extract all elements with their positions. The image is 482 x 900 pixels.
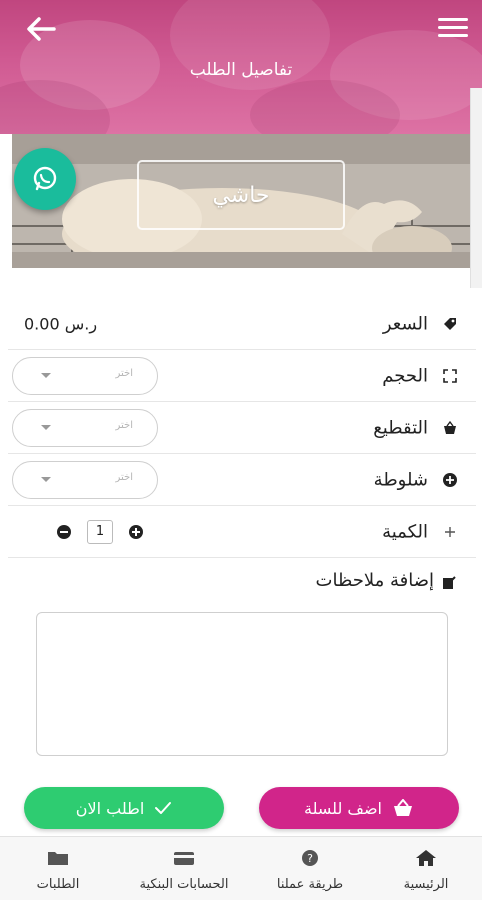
nav-label-home: الرئيسية <box>403 877 449 892</box>
price-label: السعر <box>382 313 428 334</box>
expand-icon <box>442 368 458 384</box>
folder-icon <box>48 852 68 865</box>
chevron-down-icon <box>41 424 51 430</box>
whatsapp-icon <box>33 166 57 191</box>
back-arrow-icon[interactable] <box>24 14 58 44</box>
quantity-row: الكمية 1 <box>8 506 476 558</box>
quantity-value[interactable]: 1 <box>87 519 113 544</box>
order-now-button[interactable]: اطلب الان <box>24 787 224 829</box>
side-edge <box>470 88 482 288</box>
add-to-cart-label: اضف للسلة <box>304 798 382 818</box>
price-value: 0.00 ر.س <box>24 314 98 333</box>
home-icon <box>416 850 436 866</box>
tag-icon <box>442 316 458 332</box>
nav-label-how-we-work: طريقة عملنا <box>276 877 344 892</box>
size-select-placeholder: اختر <box>115 367 134 379</box>
plus-circle-icon <box>442 472 458 488</box>
notes-textarea[interactable] <box>36 612 448 756</box>
nav-label-bank-accounts: الحسابات البنكية <box>139 877 229 892</box>
add-to-cart-button[interactable]: اضف للسلة <box>259 787 459 829</box>
nav-label-orders: الطلبات <box>36 877 80 892</box>
nav-item-how-we-work[interactable]: ? طريقة عملنا <box>258 837 362 900</box>
product-banner-image: حاشي <box>12 134 470 268</box>
cutting-select[interactable]: اختر <box>12 408 158 447</box>
price-row: السعر 0.00 ر.س <box>8 298 476 350</box>
stuffing-select[interactable]: اختر <box>12 460 158 499</box>
cutting-select-placeholder: اختر <box>115 419 134 431</box>
svg-text:?: ? <box>307 852 313 865</box>
stuffing-row: شلوطة اختر <box>8 454 476 506</box>
hamburger-menu-icon[interactable] <box>438 18 468 40</box>
basket-icon <box>394 799 412 816</box>
header-banner: تفاصيل الطلب <box>0 0 482 134</box>
quantity-decrease-button[interactable] <box>57 524 71 539</box>
nav-item-bank-accounts[interactable]: الحسابات البنكية <box>124 837 244 900</box>
help-circle-icon: ? <box>302 850 318 866</box>
chevron-down-icon <box>41 372 51 378</box>
nav-item-home[interactable]: الرئيسية <box>378 837 474 900</box>
stuffing-select-placeholder: اختر <box>115 471 134 483</box>
checkmark-icon <box>155 802 172 814</box>
plus-icon <box>442 524 458 540</box>
basket-icon <box>442 420 458 436</box>
size-row: الحجم اختر <box>8 350 476 402</box>
product-name: حاشي <box>137 160 345 230</box>
quantity-increase-button[interactable] <box>129 524 143 539</box>
bottom-navigation: الرئيسية ? طريقة عملنا الحسابات البنكية … <box>0 836 482 900</box>
stuffing-label: شلوطة <box>373 469 428 490</box>
credit-card-icon <box>174 852 194 865</box>
notes-label: إضافة ملاحظات <box>315 570 434 591</box>
size-label: الحجم <box>382 365 428 386</box>
quantity-label: الكمية <box>382 521 428 542</box>
chevron-down-icon <box>41 476 51 482</box>
cutting-row: التقطيع اختر <box>8 402 476 454</box>
edit-note-icon <box>442 575 456 589</box>
nav-item-orders[interactable]: الطلبات <box>10 837 106 900</box>
order-now-label: اطلب الان <box>75 798 145 818</box>
page-title: تفاصيل الطلب <box>189 60 293 80</box>
size-select[interactable]: اختر <box>12 356 158 395</box>
whatsapp-button[interactable] <box>14 148 76 210</box>
cutting-label: التقطيع <box>373 417 428 438</box>
